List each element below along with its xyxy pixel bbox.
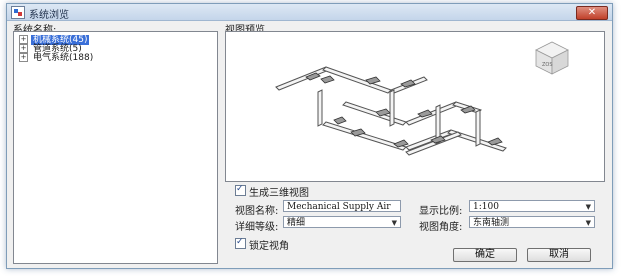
lock-view-checkbox[interactable]: [235, 237, 246, 249]
chevron-down-icon[interactable]: ▼: [586, 217, 591, 227]
view-angle-value: 东南轴测: [473, 218, 510, 228]
scale-value: 1:100: [473, 202, 499, 212]
ok-button[interactable]: 确定: [453, 248, 517, 262]
view-preview-panel[interactable]: ZOS: [225, 31, 605, 182]
duct-3d-preview: ZOS: [275, 41, 569, 156]
expand-icon[interactable]: +: [19, 53, 28, 62]
system-browser-dialog: 系统浏览 ✕ 系统名称: +机械系统(45) +管道系统(5) +电气系统(18…: [6, 3, 613, 269]
detail-level-label: 详细等级:: [235, 222, 279, 233]
chevron-down-icon[interactable]: ▼: [392, 217, 397, 227]
view-angle-dropdown[interactable]: 东南轴测 ▼: [469, 216, 595, 228]
window-title: 系统浏览: [29, 10, 69, 21]
detail-level-value: 精细: [287, 218, 306, 228]
close-button[interactable]: ✕: [576, 6, 608, 20]
title-bar[interactable]: 系统浏览 ✕: [7, 4, 612, 21]
system-tree[interactable]: + 机械系统(45) + 管道系统(5) + 电气系统(188): [13, 31, 218, 264]
cancel-button[interactable]: 取消: [527, 248, 591, 262]
generate-3d-label: 生成三维视图: [249, 188, 309, 199]
expand-icon[interactable]: +: [19, 35, 28, 44]
view-name-label: 视图名称:: [235, 206, 279, 217]
expand-icon[interactable]: +: [19, 44, 28, 53]
view-name-value: Mechanical Supply Air: [287, 202, 391, 212]
generate-3d-checkbox[interactable]: [235, 184, 246, 196]
navigation-cube-icon[interactable]: ZOS: [535, 41, 569, 75]
scale-label: 显示比例:: [419, 206, 463, 217]
lock-view-label: 锁定视角: [249, 241, 289, 252]
close-icon: ✕: [587, 7, 597, 18]
detail-level-dropdown[interactable]: 精细 ▼: [283, 216, 401, 228]
app-icon: [11, 6, 25, 19]
view-name-input[interactable]: Mechanical Supply Air: [283, 200, 401, 212]
tree-item-electrical[interactable]: + 电气系统(188): [19, 53, 95, 63]
view-angle-label: 视图角度:: [419, 222, 463, 233]
navcube-label: ZOS: [542, 62, 553, 68]
tree-item-label: 电气系统(188): [33, 53, 94, 63]
chevron-down-icon[interactable]: ▼: [586, 201, 591, 211]
scale-dropdown[interactable]: 1:100 ▼: [469, 200, 595, 212]
